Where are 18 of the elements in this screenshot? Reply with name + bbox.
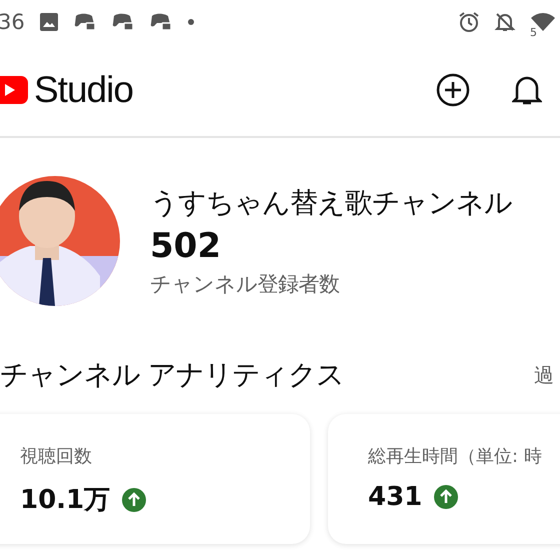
- subscriber-count: 502: [150, 226, 222, 266]
- metric-card[interactable]: 視聴回数 10.1万: [0, 414, 310, 544]
- channel-name: うすちゃん替え歌チャンネル: [150, 185, 512, 221]
- logo-text: Studio: [34, 69, 133, 111]
- metric-value: 431: [368, 482, 422, 512]
- metric-label: 視聴回数: [20, 445, 93, 468]
- subscriber-label: チャンネル登録者数: [150, 271, 340, 298]
- dot-icon: [186, 18, 195, 26]
- bell-off-icon: [494, 11, 516, 33]
- image-icon: [38, 12, 59, 32]
- create-button[interactable]: [436, 73, 470, 107]
- metric-value: 10.1万: [20, 484, 110, 517]
- section-title: チャンネル アナリティクス: [0, 357, 344, 393]
- period-label: 過: [534, 362, 555, 388]
- metric-label: 総再生時間（単位: 時: [368, 445, 543, 468]
- alarm-clock-icon: [458, 11, 480, 33]
- wifi-level-label: 5: [530, 26, 537, 39]
- metric-card[interactable]: 総再生時間（単位: 時 431: [328, 414, 560, 544]
